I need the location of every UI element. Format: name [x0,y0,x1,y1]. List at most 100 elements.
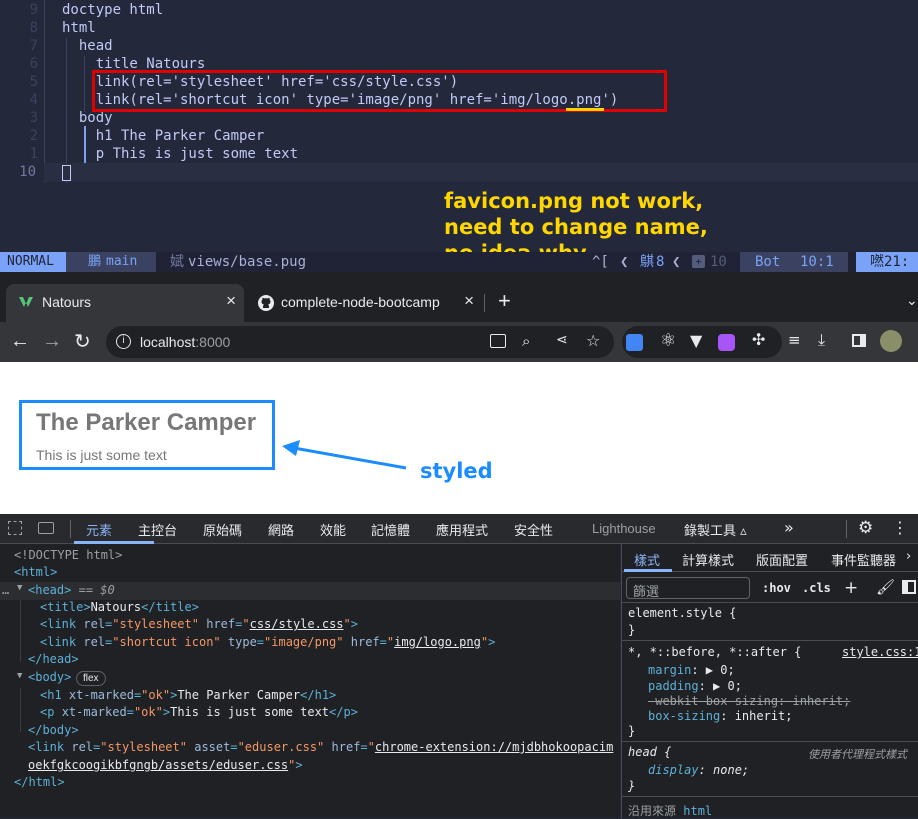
vue-devtools-icon[interactable]: ▼ [690,331,702,350]
collapse-triangle-icon[interactable]: ▼ [17,583,22,593]
line-number: 1 [29,146,38,162]
dom-node-link-extension[interactable]: <link rel="stylesheet" asset="eduser.css… [28,740,613,754]
code-line[interactable]: doctype html [62,2,163,18]
device-toolbar-icon[interactable] [38,522,54,534]
styles-filter-input[interactable]: 篩選 [626,577,750,600]
tab-application[interactable]: 應用程式 [436,520,488,539]
dom-node-link-stylesheet[interactable]: <link rel="stylesheet" href="css/style.c… [40,617,358,631]
react-devtools-icon[interactable]: ⚛ [660,330,676,351]
code-line[interactable]: body [62,110,113,126]
code-editor[interactable]: 9 8 7 6 5 4 3 2 1 10 doctype html html h… [0,0,918,265]
page-paragraph: This is just some text [36,447,167,463]
dom-node-head-close[interactable]: </head> [28,652,79,666]
page-heading: The Parker Camper [36,409,257,436]
zoom-icon[interactable]: ⌕ [522,332,530,350]
dom-tree-panel[interactable]: <!DOCTYPE html> <html> … ▼ <head> == $0 … [0,544,620,818]
inspect-element-icon[interactable] [8,521,22,535]
universal-selector[interactable]: *, *::before, *::after { [628,645,801,659]
tab-memory[interactable]: 記憶體 [371,520,410,539]
line-number: 2 [29,128,38,144]
code-line[interactable]: p This is just some text [62,146,298,162]
share-icon[interactable]: ⋖ [556,332,568,348]
settings-gear-icon[interactable]: ⚙ [858,518,873,538]
bookmark-star-icon[interactable]: ☆ [586,331,600,350]
tab-close-icon[interactable]: × [464,291,474,311]
margin-property[interactable]: margin: ▶ 0; [648,663,735,677]
toggle-sidebar-icon[interactable] [902,580,916,594]
dom-node-head[interactable]: <head> == $0 [28,583,115,597]
tab-title: Natours [42,294,92,310]
purple-extension-icon[interactable] [718,334,735,351]
tab-search-chevron-icon[interactable]: ⌄ [906,292,918,309]
flex-badge[interactable]: flex [76,671,106,686]
tab-event-listeners[interactable]: 事件監聽器 [831,550,896,569]
side-panel-icon[interactable] [852,334,866,347]
dom-node-body-close[interactable]: </body> [28,723,79,737]
code-line[interactable]: html [62,20,96,36]
divider [70,520,71,538]
new-tab-button[interactable]: + [498,290,511,312]
profile-avatar[interactable] [880,330,902,352]
dom-node-h1[interactable]: <h1 xt-marked="ok">The Parker Camper</h1… [40,688,336,702]
dom-node-p[interactable]: <p xt-marked="ok">This is just some text… [40,705,358,719]
tab-network[interactable]: 網路 [268,520,294,539]
dom-node-doctype[interactable]: <!DOCTYPE html> [14,548,122,562]
padding-property[interactable]: padding: ▶ 0; [648,679,742,693]
more-tabs-icon[interactable]: › [906,549,911,564]
back-arrow-icon[interactable]: ← [10,330,30,353]
google-translate-extension-icon[interactable] [626,334,643,351]
more-options-icon[interactable]: ⋮ [892,518,908,537]
tab-natours[interactable]: Natours × [6,284,244,322]
dom-node-title[interactable]: <title>Natours</title> [40,600,199,614]
diagnostics-icon: 鶀 [640,254,654,270]
tab-console[interactable]: 主控台 [138,520,177,539]
tab-computed[interactable]: 計算樣式 [682,550,734,569]
tab-recorder[interactable]: 錄製工具 ▵ [684,520,747,539]
tab-styles[interactable]: 樣式 [634,550,660,569]
translate-icon[interactable] [490,334,506,348]
dom-node-html[interactable]: <html> [14,565,57,579]
new-rule-icon[interactable]: + [844,578,858,598]
code-line[interactable]: h1 The Parker Camper [62,128,265,144]
more-tabs-icon[interactable]: » [784,518,794,537]
tab-close-icon[interactable]: × [226,291,236,311]
hov-toggle[interactable]: :hov [762,581,791,595]
cls-toggle[interactable]: .cls [802,581,831,595]
user-agent-stylesheet-label: 使用者代理程式樣式 [808,748,907,761]
file-icon: 娬 [170,254,184,270]
url-text[interactable]: localhost:8000 [140,334,230,350]
dom-node-link-icon[interactable]: <link rel="shortcut icon" type="image/pn… [40,635,495,649]
tab-sources[interactable]: 原始碼 [203,520,242,539]
download-icon[interactable]: ⤓ [818,330,825,350]
forward-arrow-icon[interactable]: → [42,330,62,353]
webkit-box-sizing-property[interactable]: -webkit-box-sizing: inherit; [648,694,850,708]
tab-lighthouse[interactable]: Lighthouse [592,521,656,536]
box-sizing-property[interactable]: box-sizing: inherit; [648,709,793,723]
collapse-triangle-icon[interactable]: ▼ [17,671,22,681]
cursor-position: 10:1 [800,254,834,270]
style-source-link[interactable]: style.css:1 [842,645,918,659]
site-info-icon[interactable]: i [116,334,131,349]
element-style-selector[interactable]: element.style { [628,606,736,620]
reload-icon[interactable]: ↻ [74,329,91,353]
line-number-current: 10 [19,164,36,180]
tab-security[interactable]: 安全性 [514,520,553,539]
tab-github[interactable]: complete-node-bootcamp × [250,284,478,322]
head-selector[interactable]: head { [628,745,671,759]
dom-node-html-close[interactable]: </html> [14,775,65,789]
dom-node-body[interactable]: <body> [28,670,71,684]
ellipsis-icon[interactable]: … [2,583,9,597]
url-host: localhost [140,334,196,350]
reading-list-icon[interactable]: ≡ [788,331,801,349]
tab-layout[interactable]: 版面配置 [756,550,808,569]
omnibox[interactable]: i localhost:8000 ⌕ ⋖ ☆ [106,326,614,358]
line-number: 4 [29,92,38,108]
tab-elements[interactable]: 元素 [86,520,112,539]
time-section: 嘫21: [856,252,918,272]
tab-performance[interactable]: 效能 [320,520,346,539]
url-port: :8000 [195,334,231,350]
paint-brush-icon[interactable]: 🖌 [876,578,895,596]
dom-node-link-extension-cont[interactable]: oekfgkcoogikbfgngb/assets/eduser.css"> [28,758,303,772]
puzzle-extensions-icon[interactable]: ✣ [752,330,765,349]
code-line[interactable]: head [62,38,113,54]
